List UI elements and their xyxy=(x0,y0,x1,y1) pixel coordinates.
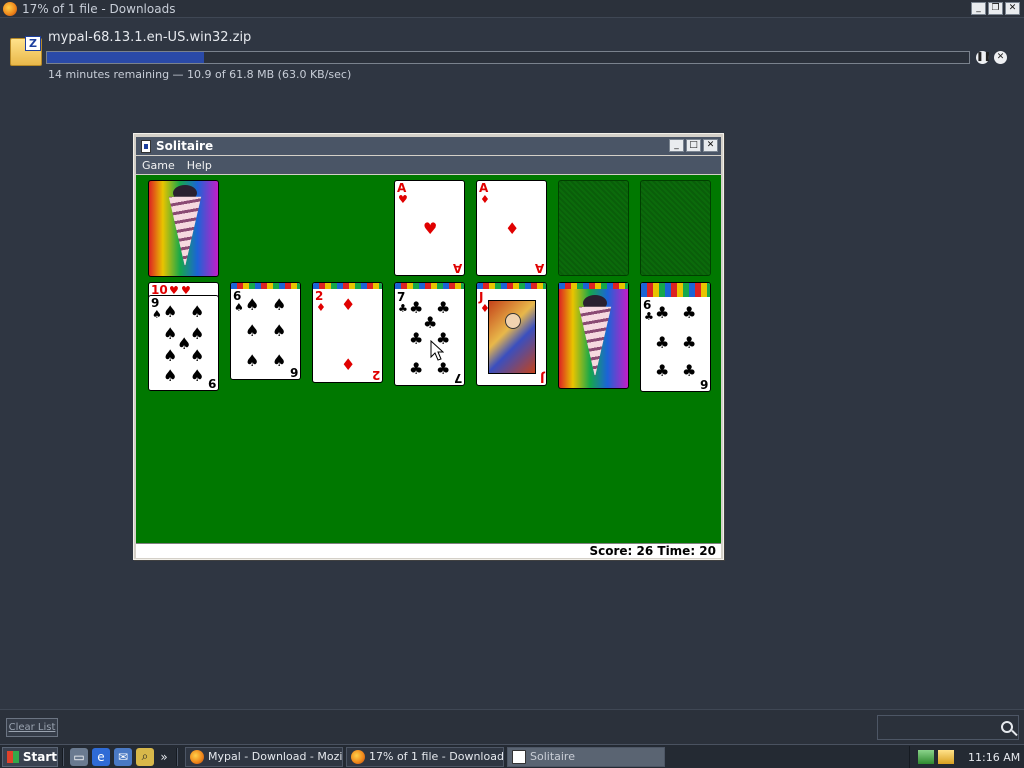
clear-list-button[interactable]: Clear List xyxy=(6,718,58,737)
suit-diamond-icon: ♦ xyxy=(505,219,520,238)
suit-heart-icon: ♥ xyxy=(423,219,438,238)
solitaire-app-icon xyxy=(512,749,526,764)
download-item[interactable]: Z mypal-68.13.1.en-US.win32.zip 14 minut… xyxy=(0,26,1024,86)
show-desktop-icon[interactable]: ▭ xyxy=(70,747,88,766)
tableau-6-facedown-card[interactable] xyxy=(558,282,629,389)
download-status: 14 minutes remaining — 10.9 of 61.8 MB (… xyxy=(48,68,352,81)
internet-explorer-icon[interactable]: e xyxy=(92,747,110,766)
solitaire-statusbar: Score: 26 Time: 20 xyxy=(136,543,721,558)
menu-help[interactable]: Help xyxy=(187,159,212,172)
firefox-icon xyxy=(190,749,204,764)
tableau-4-top-card[interactable]: 7 ♣ ♣ ♣ ♣ ♣ ♣ ♣ ♣ 7 xyxy=(394,282,465,386)
downloads-titlebar: 17% of 1 file - Downloads _ ❐ ✕ xyxy=(0,0,1024,18)
taskbar-separator xyxy=(176,747,178,766)
tableau-3-top-card[interactable]: 2 ♦ ♦ ♦ 2 xyxy=(312,282,383,383)
solitaire-window: Solitaire _ □ ✕ Game Help A ♥ ♥ A A ♦ ♦ … xyxy=(133,133,724,560)
tableau-5-top-card[interactable]: J ♦ J xyxy=(476,282,547,386)
windows-explorer-icon[interactable]: ⌕ xyxy=(136,747,154,766)
outlook-express-icon[interactable]: ✉ xyxy=(114,747,132,766)
firefox-icon xyxy=(351,749,365,764)
task-mypal-download[interactable]: Mypal - Download - Mozill... xyxy=(185,746,343,767)
close-button[interactable]: ✕ xyxy=(1005,2,1020,15)
cancel-download-button[interactable]: ✕ xyxy=(994,51,1007,64)
downloads-window-controls: _ ❐ ✕ xyxy=(971,2,1020,15)
pause-button[interactable]: ❚❚ xyxy=(976,51,991,64)
downloads-search-input[interactable] xyxy=(877,715,1019,740)
network-icon[interactable] xyxy=(918,750,934,764)
stacked-card-edges xyxy=(641,283,710,297)
foundation-pile-1[interactable]: A ♥ ♥ A xyxy=(394,180,465,276)
close-button[interactable]: ✕ xyxy=(703,139,718,152)
system-tray: 11:16 AM xyxy=(909,746,1024,768)
foundation-pile-2[interactable]: A ♦ ♦ A xyxy=(476,180,547,276)
download-progress-fill xyxy=(47,52,204,63)
windows-flag-icon xyxy=(7,750,19,763)
tableau-2-top-card[interactable]: 6 ♠ ♠ ♠ ♠ ♠ ♠ ♠ 6 xyxy=(230,282,301,380)
foundation-pile-3[interactable] xyxy=(558,180,629,276)
jack-portrait xyxy=(488,300,536,374)
download-progress-bar xyxy=(46,51,970,64)
taskbar-separator xyxy=(62,747,64,766)
tableau-7-top-card[interactable]: 6 ♣ ♣ ♣ ♣ ♣ ♣ ♣ 6 xyxy=(640,282,711,392)
start-button[interactable]: Start xyxy=(2,746,58,767)
menu-game[interactable]: Game xyxy=(142,159,175,172)
stacked-card-edges xyxy=(477,283,546,289)
solitaire-titlebar[interactable]: Solitaire _ □ ✕ xyxy=(136,137,721,155)
foundation-pile-4[interactable] xyxy=(640,180,711,276)
firefox-icon xyxy=(3,1,17,16)
downloads-footer: Clear List xyxy=(0,709,1024,744)
task-downloads[interactable]: 17% of 1 file - Downloads xyxy=(346,746,504,767)
solitaire-app-icon xyxy=(141,139,151,153)
quick-launch-overflow[interactable]: » xyxy=(158,748,170,766)
zip-file-icon: Z xyxy=(10,36,42,66)
volume-icon[interactable] xyxy=(938,750,954,764)
search-icon[interactable] xyxy=(1001,721,1013,733)
start-label: Start xyxy=(22,749,57,764)
maximize-button[interactable]: □ xyxy=(686,139,701,152)
game-table[interactable]: A ♥ ♥ A A ♦ ♦ A 10 ♥ ♥ 9 ♠ ♠ ♠ ♠ ♠ ♠ ♠ ♠ xyxy=(136,175,721,543)
tableau-1-top-card[interactable]: 9 ♠ ♠ ♠ ♠ ♠ ♠ ♠ ♠ ♠ ♠ 9 xyxy=(148,295,219,391)
solitaire-window-controls: _ □ ✕ xyxy=(669,139,718,152)
minimize-button[interactable]: _ xyxy=(669,139,684,152)
downloads-title: 17% of 1 file - Downloads xyxy=(22,1,176,16)
restore-button[interactable]: ❐ xyxy=(988,2,1003,15)
stacked-card-edges xyxy=(313,283,382,289)
stacked-card-edges xyxy=(231,283,300,289)
solitaire-title: Solitaire xyxy=(156,139,214,153)
stacked-card-edges xyxy=(395,283,464,289)
clock[interactable]: 11:16 AM xyxy=(968,751,1020,764)
solitaire-menubar: Game Help xyxy=(136,156,721,174)
task-solitaire[interactable]: Solitaire xyxy=(507,746,665,767)
score-time: Score: 26 Time: 20 xyxy=(589,544,716,558)
minimize-button[interactable]: _ xyxy=(971,2,986,15)
download-filename: mypal-68.13.1.en-US.win32.zip xyxy=(48,30,252,45)
stock-pile[interactable] xyxy=(148,180,219,277)
taskbar: Start ▭ e ✉ ⌕ » Mypal - Download - Mozil… xyxy=(0,744,1024,768)
